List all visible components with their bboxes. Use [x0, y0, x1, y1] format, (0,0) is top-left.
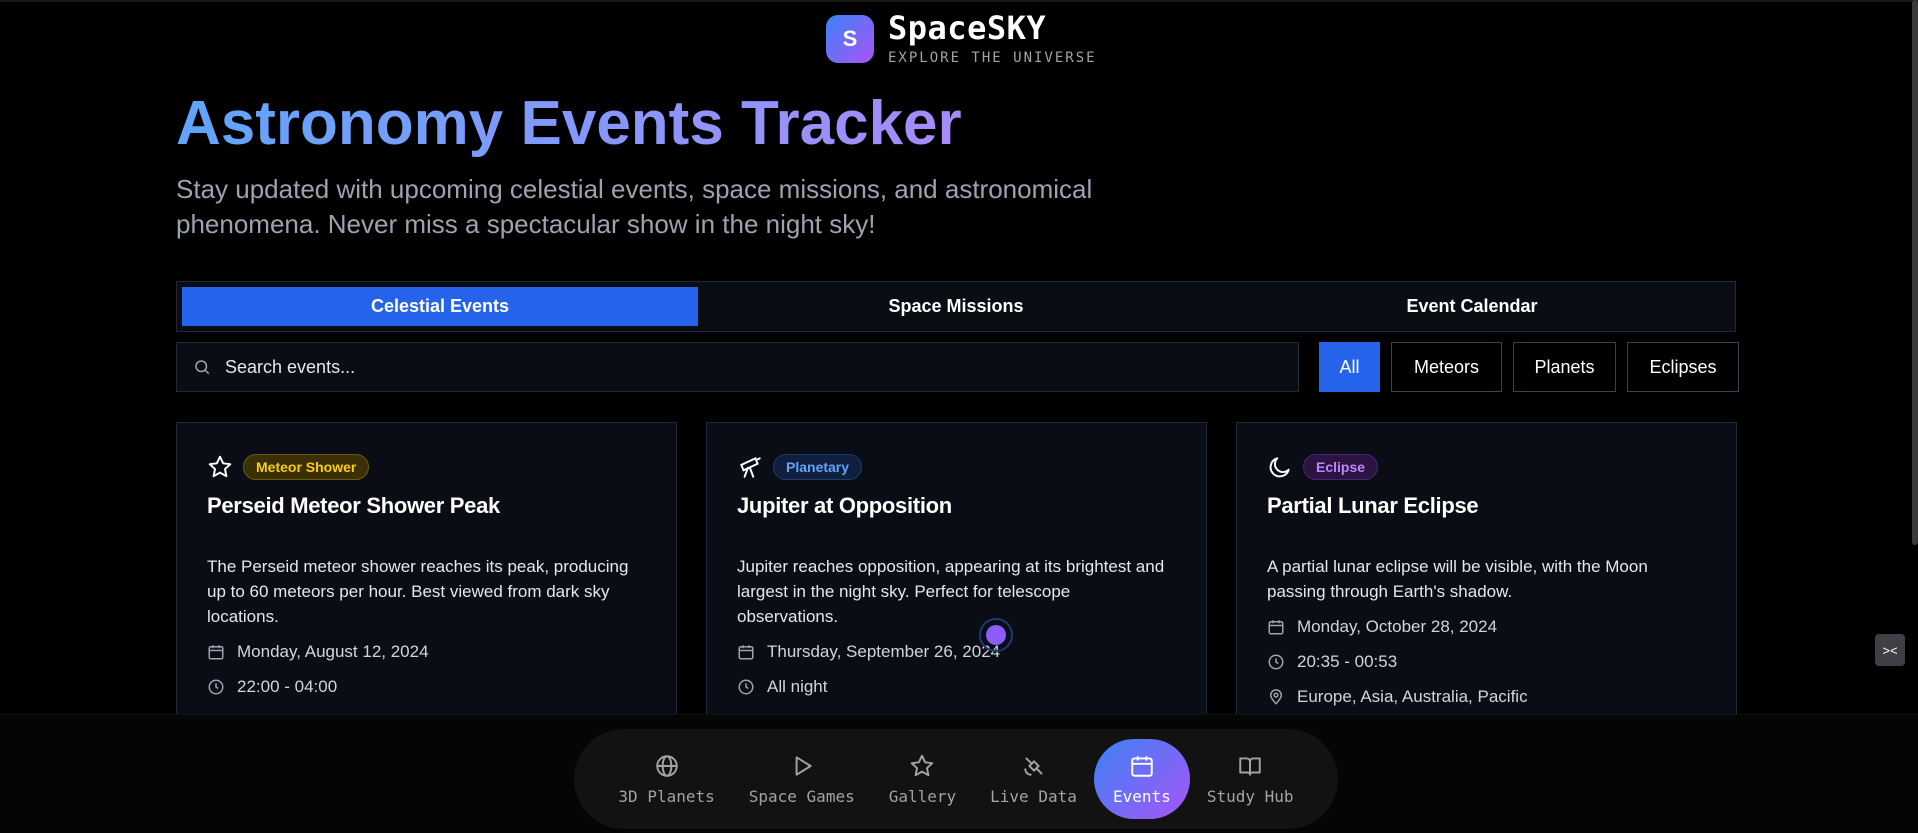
calendar-icon — [738, 644, 754, 659]
event-card[interactable]: Meteor Shower Perseid Meteor Shower Peak… — [176, 422, 677, 722]
dock-label: Events — [1112, 786, 1171, 806]
page-subtitle: Stay updated with upcoming celestial eve… — [176, 174, 1093, 239]
card-description: The Perseid meteor shower reaches its pe… — [207, 557, 629, 626]
star-icon — [208, 455, 232, 478]
category-badge: Eclipse — [1303, 454, 1379, 480]
map-pin-icon — [1269, 688, 1283, 705]
category-badge: Meteor Shower — [243, 454, 370, 480]
satellite-icon — [1023, 756, 1043, 776]
dock-label: Study Hub — [1206, 786, 1294, 806]
play-icon — [795, 755, 812, 776]
moon-icon — [1269, 457, 1290, 478]
dock-label: Gallery — [888, 786, 957, 806]
page-title: Astronomy Events Tracker — [176, 89, 962, 158]
filter-meteors-button[interactable]: Meteors — [1391, 342, 1502, 392]
clock-icon — [1268, 654, 1284, 669]
category-badge: Planetary — [773, 454, 863, 480]
dock-item-3d-planets[interactable]: 3D Planets — [601, 739, 731, 819]
filter-planets-button[interactable]: Planets — [1513, 342, 1616, 392]
clock-icon — [208, 679, 224, 694]
tab-celestial-events[interactable]: Celestial Events — [182, 287, 698, 326]
card-date: Monday, October 28, 2024 — [1267, 614, 1706, 639]
card-date: Monday, August 12, 2024 — [207, 639, 646, 664]
dock-label: 3D Planets — [618, 786, 715, 806]
scrollbar[interactable] — [1912, 0, 1918, 545]
dock-item-events[interactable]: Events — [1093, 739, 1190, 819]
card-time: All night — [737, 674, 1176, 699]
tab-space-missions[interactable]: Space Missions — [698, 287, 1214, 326]
filter-all-button[interactable]: All — [1319, 342, 1380, 392]
search-input[interactable] — [225, 356, 1225, 378]
brand-mark: S — [826, 15, 874, 63]
card-title: Partial Lunar Eclipse — [1267, 493, 1479, 518]
event-card[interactable]: Eclipse Partial Lunar Eclipse A partial … — [1236, 422, 1737, 722]
side-widget-icon[interactable]: >< — [1875, 634, 1905, 666]
dock-label: Space Games — [748, 786, 855, 806]
card-title: Perseid Meteor Shower Peak — [207, 493, 500, 518]
brand-logo[interactable]: S SpaceSKY EXPLORE THE UNIVERSE — [826, 12, 1097, 66]
card-time-text: 20:35 - 00:53 — [1297, 651, 1398, 671]
top-border — [0, 0, 1918, 2]
calendar-icon — [1268, 619, 1284, 634]
telescope-icon — [740, 457, 761, 478]
book-icon — [1239, 756, 1261, 776]
card-location-text: Europe, Asia, Australia, Pacific — [1297, 686, 1528, 706]
clock-icon — [738, 679, 754, 694]
card-description: A partial lunar eclipse will be visible,… — [1267, 557, 1648, 601]
dock-item-gallery[interactable]: Gallery — [872, 739, 973, 819]
card-time: 22:00 - 04:00 — [207, 674, 646, 699]
calendar-icon — [208, 644, 224, 659]
card-title: Jupiter at Opposition — [737, 493, 952, 518]
tab-event-calendar[interactable]: Event Calendar — [1214, 287, 1730, 326]
dock-label: Live Data — [990, 786, 1077, 806]
bottom-dock: 3D Planets Space Games Gallery Live Data… — [574, 729, 1338, 829]
filter-group: All Meteors Planets Eclipses — [1319, 342, 1739, 392]
card-date-text: Thursday, September 26, 2024 — [767, 641, 1001, 661]
event-card[interactable]: Planetary Jupiter at Opposition Jupiter … — [706, 422, 1207, 722]
card-time: 20:35 - 00:53 — [1267, 649, 1706, 674]
card-time-text: All night — [767, 676, 828, 696]
search-icon — [195, 360, 210, 375]
filter-eclipses-button[interactable]: Eclipses — [1627, 342, 1739, 392]
globe-icon — [655, 754, 678, 777]
card-location: Europe, Asia, Australia, Pacific — [1267, 684, 1706, 709]
dock-item-live-data[interactable]: Live Data — [973, 739, 1094, 819]
star-icon — [911, 754, 934, 776]
card-date-text: Monday, October 28, 2024 — [1297, 616, 1498, 636]
card-description: Jupiter reaches opposition, appearing at… — [737, 557, 1165, 626]
card-time-text: 22:00 - 04:00 — [237, 676, 338, 696]
cursor-indicator — [979, 618, 1013, 652]
dock-item-space-games[interactable]: Space Games — [732, 739, 872, 819]
event-tabs: Celestial Events Space Missions Event Ca… — [176, 281, 1736, 332]
calendar-icon — [1131, 755, 1153, 777]
brand-tagline: EXPLORE THE UNIVERSE — [888, 50, 1097, 66]
card-date: Thursday, September 26, 2024 — [737, 639, 1176, 664]
search-box — [176, 342, 1299, 392]
dock-item-study-hub[interactable]: Study Hub — [1190, 739, 1311, 819]
brand-name: SpaceSKY — [888, 9, 1047, 47]
card-date-text: Monday, August 12, 2024 — [237, 641, 429, 661]
